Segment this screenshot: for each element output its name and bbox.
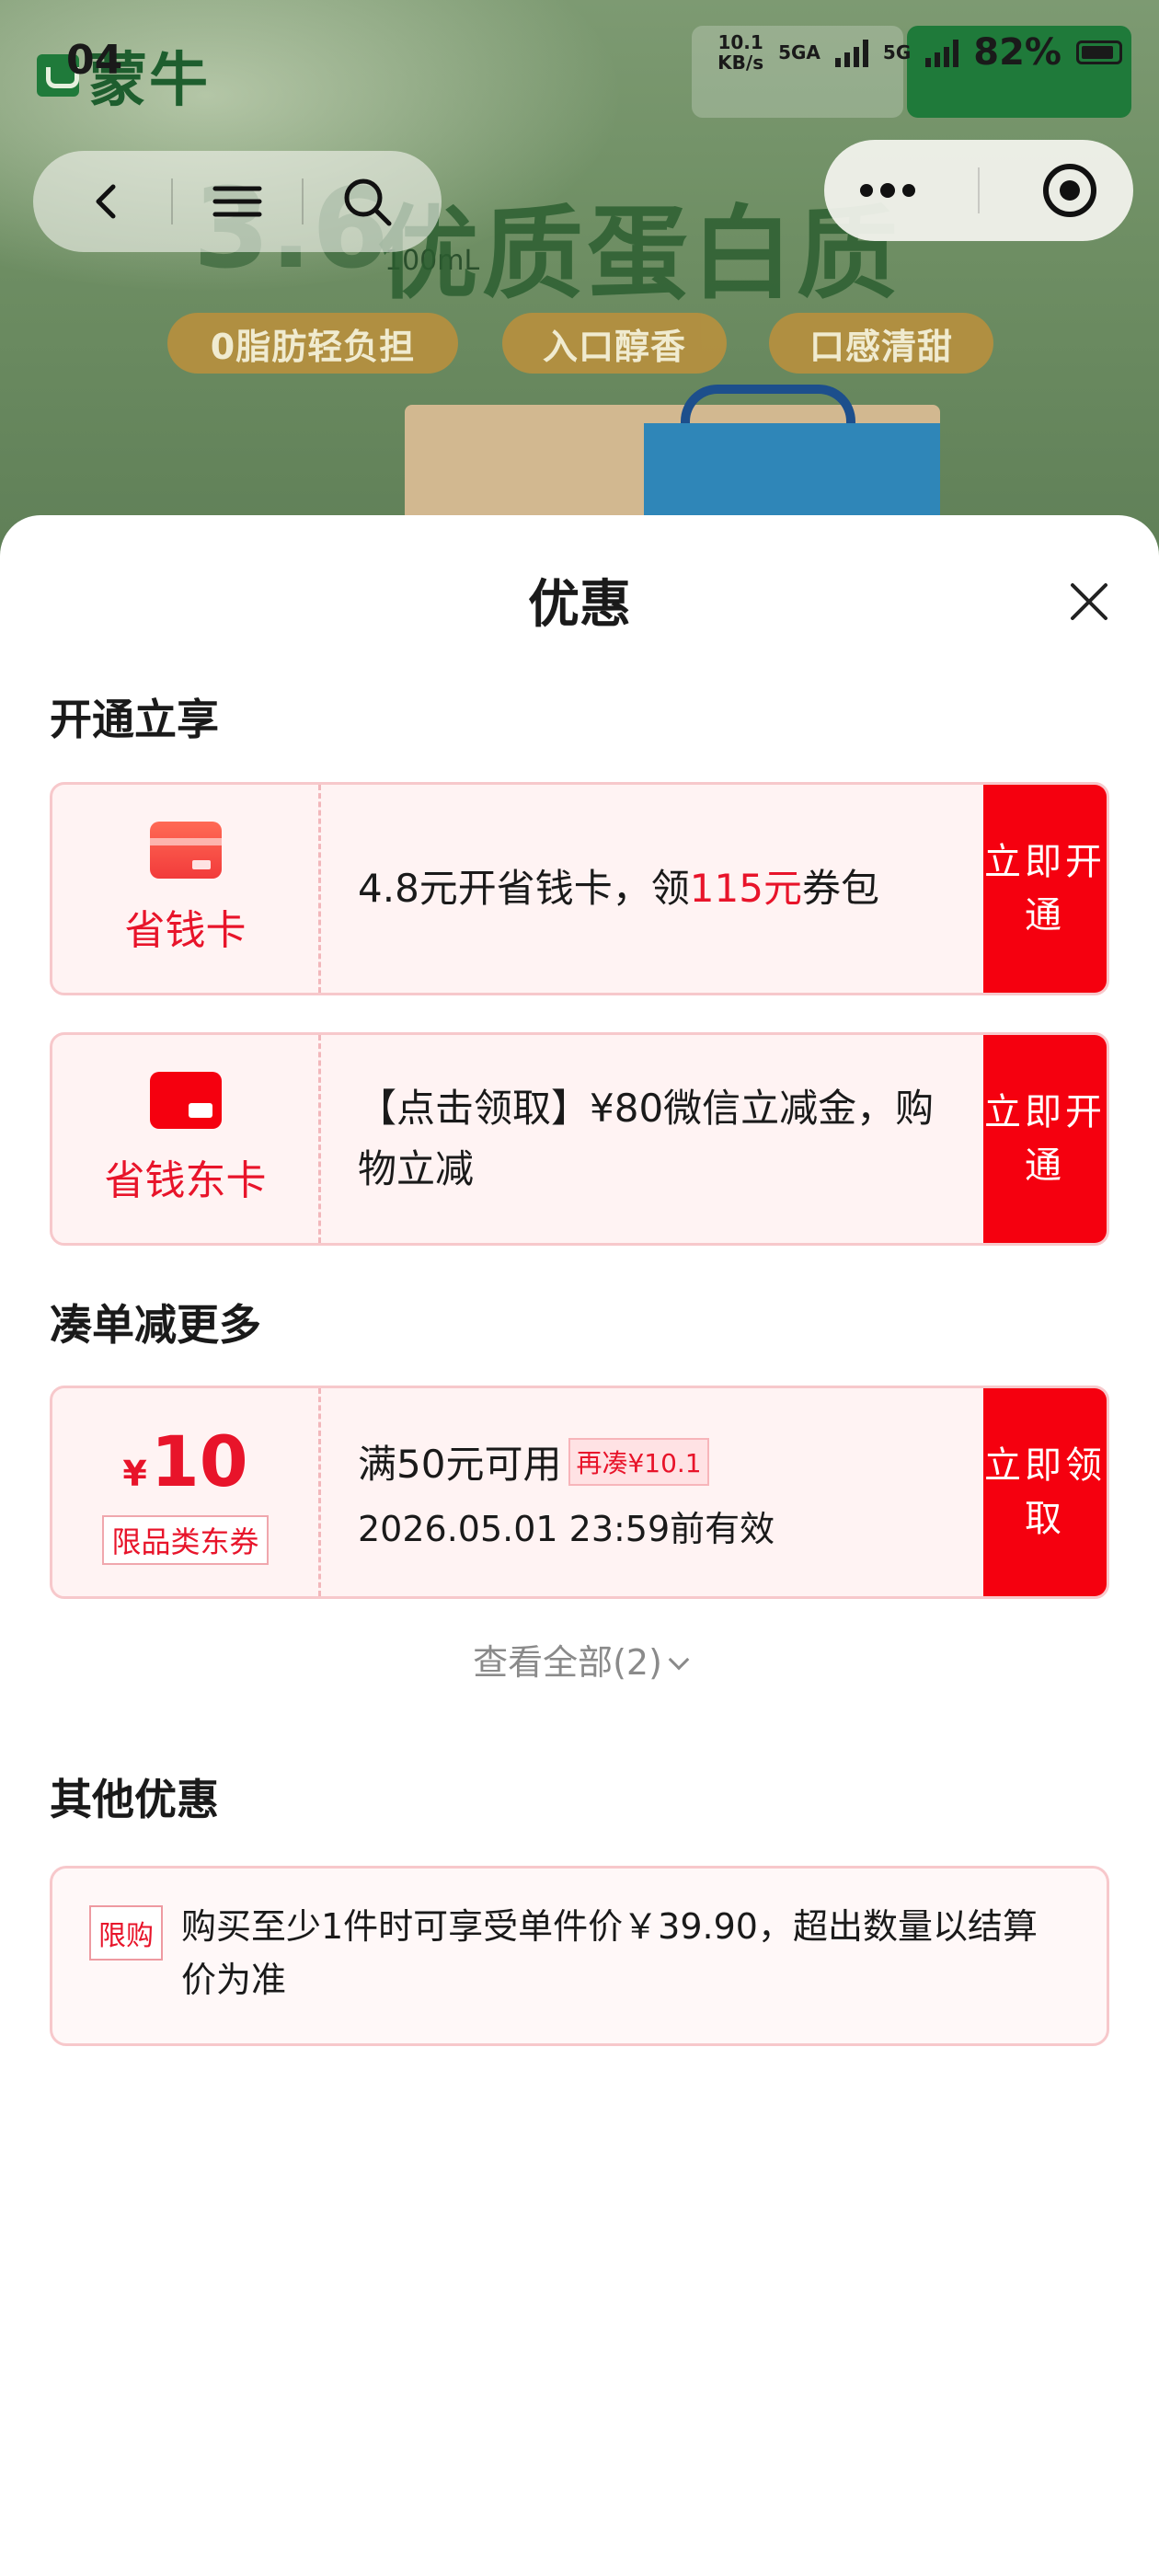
coupon-type: 限品类东券: [102, 1514, 269, 1565]
other-discount-text: 购买至少1件时可享受单件价￥39.90，超出数量以结算价为准: [181, 1906, 1038, 2000]
card-description: 【点击领取】¥80微信立减金，购物立减: [321, 1035, 983, 1243]
section-title-open: 开通立享: [50, 695, 219, 744]
network-speed: 10.1 KB/s: [717, 32, 763, 73]
network-tag-5ga: 5GA: [778, 41, 820, 63]
coupon-card[interactable]: ¥ 10 限品类东券 满50元可用 再凑¥10.1 2026.05.01 23:…: [50, 1386, 1109, 1599]
discount-sheet: 优惠 开通立享 省钱卡 4.8元开省钱卡，领115元券包 立即开通 省钱东卡 【…: [0, 515, 1159, 2576]
view-all-link[interactable]: 查看全部(2): [0, 1634, 1159, 1685]
coupon-amount: ¥ 10: [122, 1420, 247, 1502]
status-time: 04: [66, 37, 123, 84]
limit-purchase-tag: 限购: [89, 1905, 163, 1961]
nav-capsule: [33, 151, 442, 252]
brand-logo: 蒙牛: [37, 33, 210, 118]
capsule-divider: [171, 178, 174, 224]
target-icon: [1043, 164, 1096, 217]
close-button[interactable]: [1063, 576, 1115, 627]
card-text-suffix: 券包: [801, 866, 879, 911]
card-left: 省钱东卡: [52, 1035, 321, 1243]
menu-button[interactable]: [201, 165, 274, 238]
capsule-divider: [301, 178, 304, 224]
signal-icon: [834, 38, 868, 67]
coupon-currency: ¥: [122, 1453, 147, 1494]
card-jd-savings-card[interactable]: 省钱东卡 【点击领取】¥80微信立减金，购物立减 立即开通: [50, 1032, 1109, 1246]
coupon-details: 满50元可用 再凑¥10.1 2026.05.01 23:59前有效: [321, 1388, 983, 1596]
ad-headline: 优质蛋白质: [377, 194, 901, 313]
search-button[interactable]: [330, 165, 404, 238]
exit-miniprogram-button[interactable]: [1033, 154, 1107, 227]
ad-pill-1: 0脂肪轻负担: [167, 313, 458, 374]
signal-icon-2: [925, 38, 959, 67]
network-speed-unit: KB/s: [717, 52, 764, 74]
back-button[interactable]: [71, 165, 144, 238]
card-left: 省钱卡: [52, 785, 321, 993]
coupon-condition: 满50元可用: [358, 1442, 562, 1487]
close-icon: [1071, 583, 1107, 620]
ad-pill-3: 口感清甜: [769, 313, 993, 374]
view-all-label: 查看全部(2): [473, 1642, 662, 1683]
product-banner: 蒙牛 3.6 100mL 优质蛋白质 0脂肪轻负担 入口醇香 口感清甜: [0, 0, 1159, 570]
coupon-expiry: 2026.05.01 23:59前有效: [358, 1509, 775, 1549]
open-now-button[interactable]: 立即开通: [983, 785, 1107, 993]
sheet-title: 优惠: [528, 575, 631, 635]
card-text: 【点击领取】¥80微信立减金，购物立减: [358, 1086, 935, 1191]
more-button[interactable]: [851, 154, 924, 227]
card-text-highlight: 115元: [689, 866, 802, 911]
coupon-amount-value: 10: [150, 1420, 248, 1502]
card-icon: [149, 822, 222, 879]
search-icon: [344, 178, 392, 226]
chevron-down-icon: [668, 1649, 690, 1671]
open-now-button[interactable]: 立即开通: [983, 1035, 1107, 1243]
card-description: 4.8元开省钱卡，领115元券包: [321, 785, 983, 993]
card-savings-card[interactable]: 省钱卡 4.8元开省钱卡，领115元券包 立即开通: [50, 782, 1109, 995]
network-speed-value: 10.1: [717, 31, 763, 53]
claim-now-button[interactable]: 立即领取: [983, 1388, 1107, 1596]
ad-pill-2: 入口醇香: [502, 313, 727, 374]
card-icon: [149, 1072, 222, 1129]
section-title-more: 凑单减更多: [50, 1300, 261, 1350]
status-bar-right: 10.1 KB/s 5GA 5G 82%: [717, 31, 1122, 74]
coupon-left: ¥ 10 限品类东券: [52, 1388, 321, 1596]
coupon-gap-tag: 再凑¥10.1: [568, 1437, 709, 1486]
network-tag-5g: 5G: [882, 41, 912, 63]
card-text-prefix: 4.8元开省钱卡，领: [358, 866, 690, 911]
other-discount-card: 限购 购买至少1件时可享受单件价￥39.90，超出数量以结算价为准: [50, 1866, 1109, 2046]
section-title-other: 其他优惠: [50, 1775, 219, 1824]
coupon-condition-line: 满50元可用 再凑¥10.1: [358, 1433, 983, 1489]
card-name: 省钱东卡: [104, 1157, 267, 1204]
menu-icon: [212, 186, 262, 217]
card-name: 省钱卡: [124, 907, 247, 954]
card-text: 4.8元开省钱卡，领115元券包: [358, 858, 983, 919]
more-icon: [860, 183, 915, 198]
back-icon: [96, 184, 116, 219]
battery-icon: [1076, 40, 1122, 64]
capsule-divider: [978, 167, 980, 213]
miniprogram-capsule: [824, 140, 1133, 241]
battery-percent: 82%: [973, 31, 1061, 74]
